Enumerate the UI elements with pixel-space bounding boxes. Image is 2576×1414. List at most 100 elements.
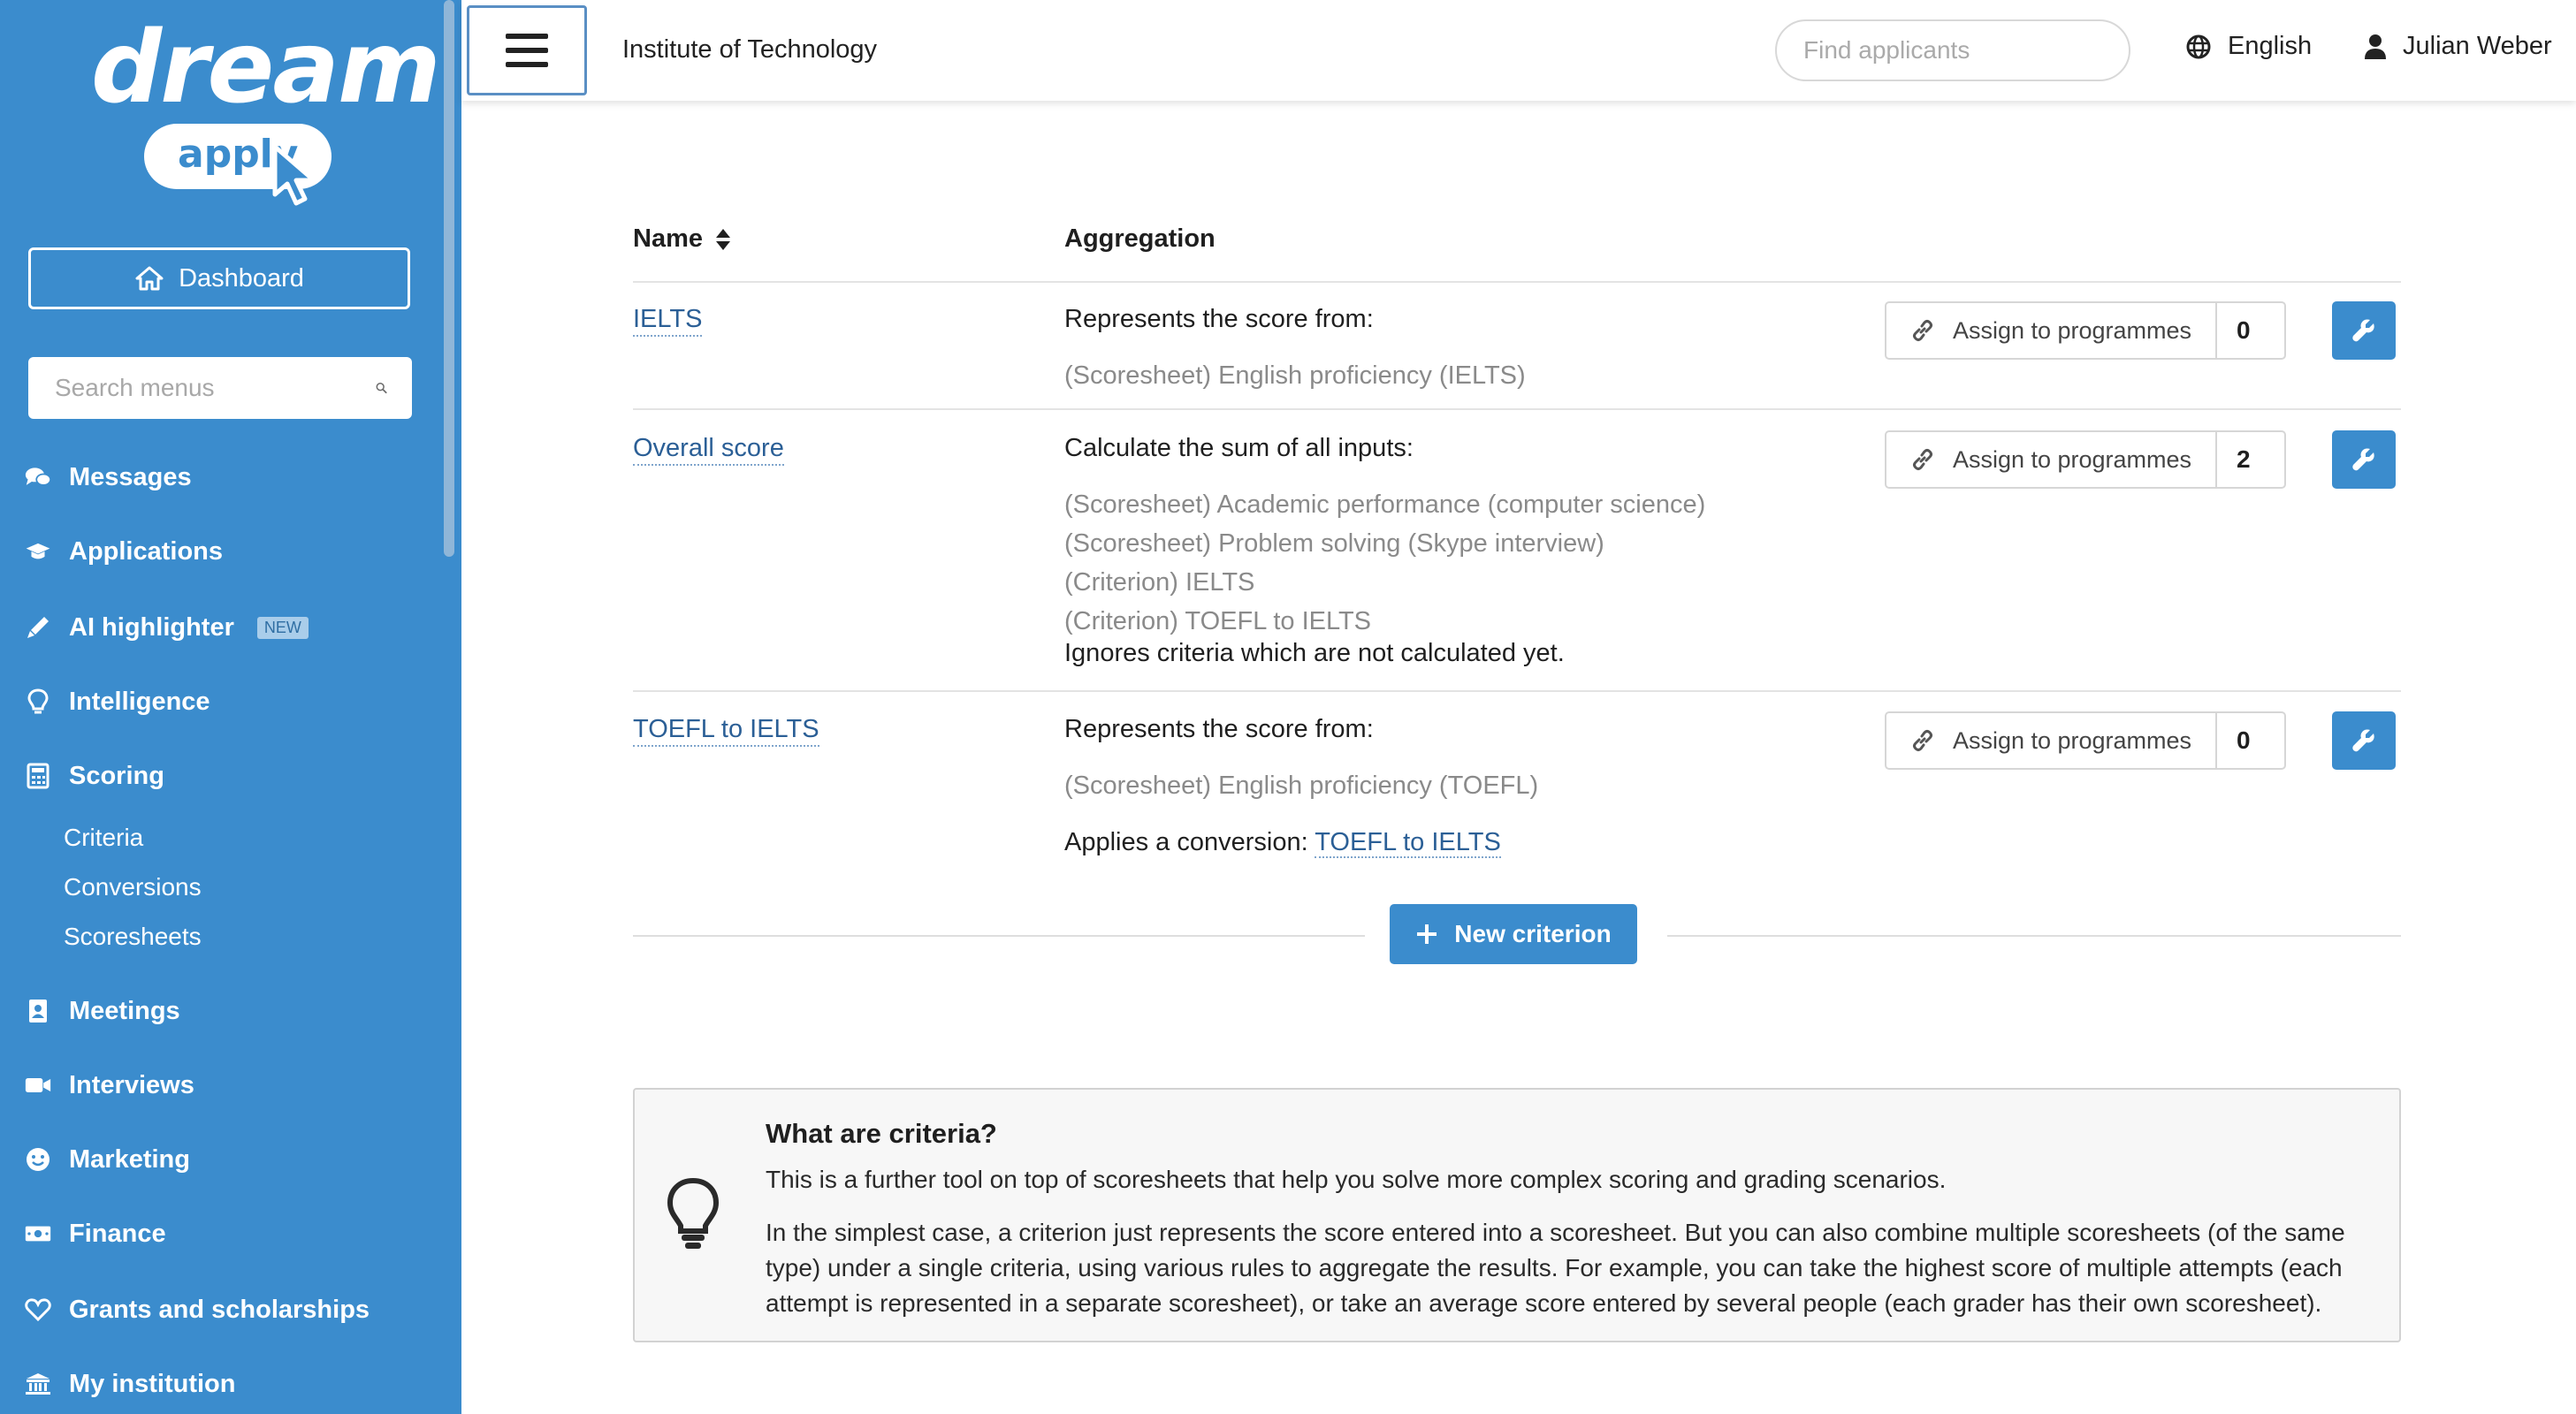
sidebar: dream apply Dashboard Messages Applicati…	[0, 0, 442, 1414]
assign-programmes-group: Assign to programmes 0	[1885, 301, 2286, 360]
new-badge: NEW	[256, 616, 309, 639]
sidebar-item-label: My institution	[69, 1369, 236, 1398]
menu-toggle-button[interactable]	[467, 5, 587, 95]
dashboard-button[interactable]: Dashboard	[28, 247, 410, 309]
new-criterion-button[interactable]: New criterion	[1390, 904, 1637, 964]
criterion-link-ielts[interactable]: IELTS	[633, 303, 703, 337]
aggregation-input: (Criterion) TOEFL to IELTS	[1064, 607, 1372, 635]
aggregation-column-header: Aggregation	[1064, 224, 1216, 253]
conversion-link[interactable]: TOEFL to IELTS	[1315, 828, 1501, 858]
sidebar-item-scoring[interactable]: Scoring	[25, 756, 164, 795]
name-column-header[interactable]: Name	[633, 224, 731, 254]
institution-name: Institute of Technology	[622, 35, 878, 64]
aggregation-heading: Represents the score from:	[1064, 305, 1374, 333]
sidebar-item-interviews[interactable]: Interviews	[25, 1066, 194, 1105]
edit-criterion-button[interactable]	[2332, 711, 2396, 770]
assign-programmes-group: Assign to programmes 0	[1885, 711, 2286, 770]
sidebar-item-label: Scoring	[69, 761, 164, 790]
user-menu[interactable]: Julian Weber	[2364, 32, 2552, 61]
wrench-icon	[2352, 319, 2374, 342]
sidebar-item-messages[interactable]: Messages	[25, 458, 192, 497]
sidebar-subitem-conversions[interactable]: Conversions	[64, 873, 202, 901]
assign-programmes-button[interactable]: Assign to programmes	[1886, 432, 2217, 487]
logo-word: dream	[91, 11, 441, 125]
sidebar-item-applications[interactable]: Applications	[25, 532, 223, 571]
assign-label: Assign to programmes	[1952, 445, 2192, 473]
sidebar-subitem-criteria[interactable]: Criteria	[64, 824, 143, 852]
assign-programmes-button[interactable]: Assign to programmes	[1886, 303, 2217, 358]
lightbulb-icon	[667, 1177, 720, 1249]
aggregation-input: (Criterion) IELTS	[1064, 568, 1255, 597]
user-name: Julian Weber	[2403, 32, 2552, 60]
edit-criterion-button[interactable]	[2332, 430, 2396, 489]
divider-left	[633, 935, 1365, 937]
sidebar-item-my-institution[interactable]: My institution	[25, 1365, 235, 1403]
sidebar-item-label: Meetings	[69, 996, 180, 1025]
plus-icon	[1417, 924, 1437, 944]
sidebar-subitem-scoresheets[interactable]: Scoresheets	[64, 923, 202, 951]
top-bar: Institute of Technology English Julian W…	[461, 0, 2576, 101]
assign-label: Assign to programmes	[1952, 726, 2192, 754]
sort-icon	[716, 228, 730, 250]
criterion-link-overall-score[interactable]: Overall score	[633, 432, 784, 466]
hamburger-icon	[506, 34, 548, 67]
info-title: What are criteria?	[766, 1118, 997, 1149]
sidebar-item-ai-highlighter[interactable]: AI highlighter NEW	[25, 608, 309, 647]
assign-label: Assign to programmes	[1952, 316, 2192, 344]
name-header-label: Name	[633, 224, 703, 253]
assigned-count: 0	[2237, 726, 2251, 754]
money-bill-icon	[25, 1226, 51, 1242]
heart-icon	[25, 1298, 51, 1322]
chat-icon	[25, 468, 51, 486]
smile-icon	[27, 1148, 50, 1171]
lightbulb-icon	[27, 688, 49, 714]
search-icon[interactable]	[376, 375, 387, 401]
find-applicants-box	[1775, 19, 2130, 81]
aggregation-note: Ignores criteria which are not calculate…	[1064, 639, 1565, 667]
search-menus-input[interactable]	[53, 373, 376, 403]
link-icon	[1912, 449, 1932, 470]
language-selector[interactable]: English	[2185, 32, 2312, 61]
sidebar-item-marketing[interactable]: Marketing	[25, 1140, 190, 1179]
find-applicants-input[interactable]	[1802, 35, 2124, 65]
sidebar-item-meetings[interactable]: Meetings	[25, 992, 180, 1030]
aggregation-input: (Scoresheet) Academic performance (compu…	[1064, 490, 1706, 519]
institution-icon	[26, 1373, 50, 1395]
assign-programmes-button[interactable]: Assign to programmes	[1886, 713, 2217, 768]
sidebar-item-intelligence[interactable]: Intelligence	[25, 682, 210, 721]
sidebar-item-label: Finance	[69, 1219, 166, 1248]
sidebar-item-label: Applications	[69, 536, 224, 566]
dashboard-label: Dashboard	[179, 263, 304, 293]
wrench-icon	[2352, 448, 2374, 471]
globe-icon	[2186, 34, 2211, 58]
aggregation-heading: Calculate the sum of all inputs:	[1064, 434, 1414, 462]
sidebar-item-label: Interviews	[69, 1070, 194, 1099]
search-menus-box	[28, 357, 412, 419]
highlighter-icon	[27, 617, 49, 638]
assigned-count: 0	[2237, 316, 2251, 344]
link-icon	[1912, 730, 1932, 751]
link-icon	[1912, 320, 1932, 341]
dreamapply-logo[interactable]: dream apply	[84, 11, 441, 206]
sidebar-item-label: Messages	[69, 462, 192, 491]
sidebar-item-label: Grants and scholarships	[69, 1295, 370, 1324]
sidebar-item-grants[interactable]: Grants and scholarships	[25, 1290, 370, 1329]
user-icon	[2365, 34, 2386, 59]
sidebar-item-label: Intelligence	[69, 687, 210, 716]
home-icon	[135, 266, 164, 291]
criterion-link-toefl-to-ielts[interactable]: TOEFL to IELTS	[633, 713, 819, 747]
aggregation-heading: Represents the score from:	[1064, 715, 1374, 743]
row-divider	[633, 690, 2401, 692]
conversion-note-label: Applies a conversion:	[1064, 828, 1308, 856]
cursor-icon	[272, 144, 316, 206]
divider-right	[1667, 935, 2401, 937]
address-book-icon	[29, 1000, 47, 1022]
language-label: English	[2228, 32, 2313, 60]
sidebar-item-finance[interactable]: Finance	[25, 1214, 166, 1253]
edit-criterion-button[interactable]	[2332, 301, 2396, 360]
sidebar-scrollbar[interactable]	[444, 0, 454, 557]
conversion-note: Applies a conversion: TOEFL to IELTS	[1064, 828, 1501, 858]
row-divider	[633, 408, 2401, 410]
calculator-icon	[27, 763, 50, 789]
assign-programmes-group: Assign to programmes 2	[1885, 430, 2286, 489]
